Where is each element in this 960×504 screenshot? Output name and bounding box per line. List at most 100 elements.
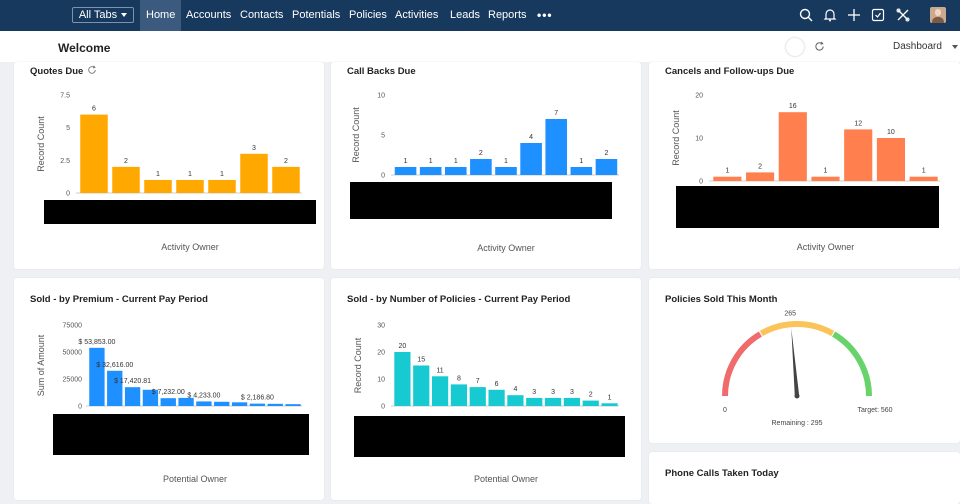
bar (450, 384, 468, 406)
bar (272, 166, 300, 193)
all-tabs-dropdown[interactable]: All Tabs (72, 7, 134, 23)
gauge-target-label: Target: 560 (857, 407, 892, 414)
data-label: 1 (608, 394, 612, 401)
tab-activities[interactable]: Activities (395, 0, 438, 31)
bar (876, 138, 905, 181)
bar (520, 143, 542, 175)
data-label: 2 (604, 150, 608, 157)
data-label: 3 (252, 145, 256, 152)
policies-month-card: Policies Sold This Month 265 0 Target: 560… (649, 278, 960, 443)
avatar[interactable] (930, 7, 946, 23)
redacted-region (53, 414, 309, 455)
data-label: 12 (854, 120, 862, 127)
bar (570, 167, 593, 175)
y-tick-label: 5 (66, 125, 70, 132)
data-label: 1 (188, 171, 192, 178)
bar (844, 129, 873, 181)
data-label: $ 2,186.80 (241, 395, 274, 402)
tab-leads[interactable]: Leads (450, 0, 480, 31)
y-tick-label: 75000 (63, 323, 83, 330)
bar (285, 404, 301, 406)
top-nav-bar: All Tabs Home Accounts Contacts Potentia… (0, 0, 960, 31)
y-tick-label: 10 (377, 377, 385, 384)
x-axis-title: Potential Owner (163, 474, 227, 484)
bar (112, 166, 140, 193)
y-axis-title: Record Count (671, 110, 681, 166)
redacted-region (350, 182, 612, 219)
y-tick-label: 0 (699, 179, 703, 186)
data-label: 10 (887, 129, 895, 136)
bar (231, 402, 248, 406)
bar (507, 395, 524, 406)
data-label: 1 (922, 168, 926, 175)
bar (582, 400, 599, 406)
x-axis-title: Activity Owner (477, 243, 535, 253)
gauge-arc (759, 321, 835, 337)
redacted-region (354, 416, 625, 457)
toggle-switch[interactable] (786, 38, 804, 56)
data-label: 3 (551, 389, 555, 396)
gauge-needle (791, 328, 800, 397)
x-axis-title: Activity Owner (797, 242, 855, 252)
more-tabs-button[interactable]: ••• (537, 8, 553, 22)
chevron-down-icon[interactable] (952, 45, 958, 49)
plus-icon[interactable] (846, 7, 862, 23)
all-tabs-label: All Tabs (78, 9, 118, 21)
data-label: 1 (404, 158, 408, 165)
bar (208, 179, 236, 193)
call-backs-chart: 0 5 10 1 1 1 2 1 4 7 1 2 Record Count Activity Owner (351, 93, 619, 253)
policies-gauge: 265 0 Target: 560 Remaining : 295 (722, 310, 893, 427)
data-label: 1 (725, 168, 729, 175)
redacted-region (676, 186, 939, 228)
data-label: 6 (92, 106, 96, 113)
bar (249, 403, 266, 406)
bar (469, 387, 486, 406)
gauge-min-label: 0 (723, 407, 727, 414)
sold-policies-chart: 0 10 20 30 20 15 11 8 7 6 4 3 3 3 2 1 Record Count Potent… (353, 323, 619, 484)
phone-calls-card: Phone Calls Taken Today (649, 452, 960, 504)
bar (394, 352, 411, 406)
tab-potentials[interactable]: Potentials (292, 0, 340, 31)
y-tick-label: 0 (381, 404, 385, 411)
data-label: 1 (156, 171, 160, 178)
data-label: 4 (513, 386, 517, 393)
bar (470, 159, 492, 175)
y-tick-label: 50000 (63, 350, 83, 357)
data-label: 1 (579, 158, 583, 165)
search-icon[interactable] (798, 7, 814, 23)
y-axis-title: Record Count (353, 337, 363, 393)
gauge-value-label: 265 (784, 310, 796, 317)
call-backs-card: Call Backs Due 0 5 10 1 1 1 2 1 4 7 1 2 Record Count… (331, 62, 641, 269)
bar (89, 347, 105, 406)
tab-contacts[interactable]: Contacts (240, 0, 283, 31)
y-tick-label: 30 (377, 323, 385, 330)
calendar-icon[interactable] (870, 7, 886, 23)
bar (811, 176, 840, 181)
tab-policies[interactable]: Policies (349, 0, 387, 31)
bar (545, 119, 568, 175)
data-label: 2 (758, 163, 762, 170)
bar (196, 401, 212, 406)
data-label: 20 (399, 343, 407, 350)
bell-icon[interactable] (822, 7, 838, 23)
chevron-down-icon (121, 13, 128, 17)
bar (778, 112, 807, 181)
dashboard-select[interactable]: Dashboard (893, 41, 942, 52)
tools-icon[interactable] (895, 7, 911, 23)
data-label: $ 17,420.81 (114, 378, 151, 385)
y-tick-label: 25000 (63, 377, 83, 384)
y-tick-label: 20 (377, 350, 385, 357)
tab-home[interactable]: Home (140, 0, 182, 31)
bar (240, 153, 268, 193)
data-label: $ 32,616.00 (96, 362, 133, 369)
data-label: $ 7,232.00 (152, 389, 185, 396)
bar (595, 159, 618, 175)
quotes-due-card: Quotes Due 0 2.5 5 7.5 6 2 1 1 1 3 2 Record Count Ac… (14, 62, 324, 269)
bar (80, 114, 108, 193)
y-tick-label: 0 (78, 404, 82, 411)
refresh-icon[interactable] (814, 41, 825, 52)
bar (746, 172, 775, 181)
cancels-card: Cancels and Follow-ups Due 0 10 20 1 2 16 1 12 1… (649, 62, 960, 269)
tab-reports[interactable]: Reports (488, 0, 527, 31)
tab-accounts[interactable]: Accounts (186, 0, 231, 31)
